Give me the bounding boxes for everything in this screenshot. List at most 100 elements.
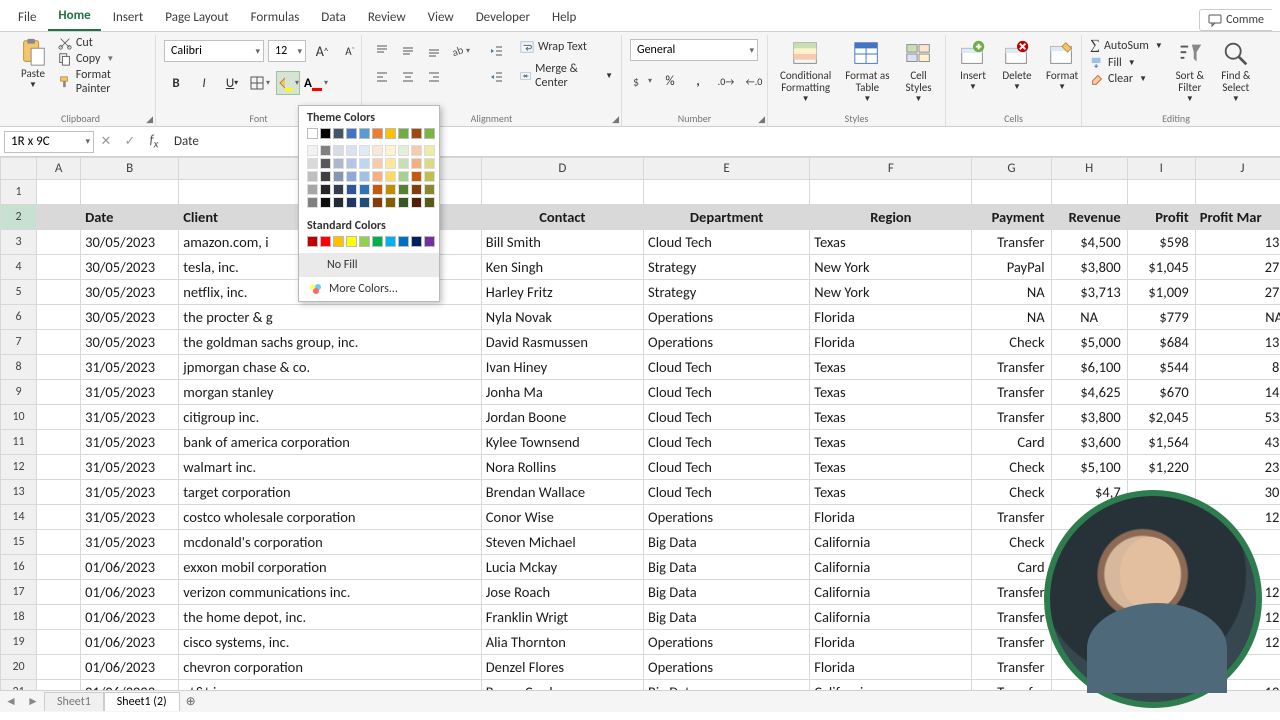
color-swatch[interactable] <box>307 171 318 182</box>
row-header-10[interactable]: 10 <box>1 405 37 430</box>
select-all-corner[interactable] <box>1 158 37 180</box>
color-swatch[interactable] <box>385 184 396 195</box>
color-swatch[interactable] <box>346 145 357 156</box>
format-painter-button[interactable]: Format Painter <box>58 67 147 97</box>
color-swatch[interactable] <box>385 197 396 208</box>
no-fill-item[interactable]: No Fill <box>299 253 439 277</box>
color-swatch[interactable] <box>320 236 331 247</box>
color-swatch[interactable] <box>398 184 409 195</box>
font-name-select[interactable]: Calibri <box>164 40 264 62</box>
color-swatch[interactable] <box>385 128 396 139</box>
row-header-8[interactable]: 8 <box>1 355 37 380</box>
font-color-button[interactable]: A <box>304 71 328 95</box>
row-header-6[interactable]: 6 <box>1 305 37 330</box>
color-swatch[interactable] <box>372 145 383 156</box>
tab-page-layout[interactable]: Page Layout <box>155 4 238 31</box>
conditional-formatting-button[interactable]: Conditional Formatting▼ <box>776 37 835 106</box>
column-headers[interactable]: ABCDEFGHIJ <box>1 158 1280 180</box>
color-swatch[interactable] <box>346 197 357 208</box>
tab-home[interactable]: Home <box>48 2 100 31</box>
sheet-tab-1[interactable]: Sheet1 <box>44 692 104 711</box>
color-swatch[interactable] <box>333 184 344 195</box>
col-header-D[interactable]: D <box>481 158 643 180</box>
percent-button[interactable]: % <box>658 69 682 93</box>
table-header-row[interactable]: 2DateClientContactDepartmentRegionPaymen… <box>1 205 1280 230</box>
color-swatch[interactable] <box>333 197 344 208</box>
wrap-text-button[interactable]: Wrap Text <box>520 39 613 55</box>
number-format-select[interactable]: General <box>630 39 758 61</box>
color-swatch[interactable] <box>411 145 422 156</box>
color-swatch[interactable] <box>411 236 422 247</box>
color-swatch[interactable] <box>359 128 370 139</box>
increase-decimal-button[interactable]: .0→ <box>714 69 738 93</box>
color-swatch[interactable] <box>320 197 331 208</box>
fill-button[interactable]: Fill▼ <box>1090 55 1163 71</box>
color-swatch[interactable] <box>411 171 422 182</box>
color-swatch[interactable] <box>424 236 435 247</box>
color-swatch[interactable] <box>398 197 409 208</box>
merge-center-button[interactable]: Merge & Center▼ <box>520 61 613 91</box>
row-header-1[interactable]: 1 <box>1 180 37 205</box>
table-row[interactable]: 931/05/2023morgan stanleyJonha MaCloud T… <box>1 380 1280 405</box>
col-header-F[interactable]: F <box>810 158 972 180</box>
cancel-formula-button[interactable]: ✕ <box>94 134 118 149</box>
more-colors-item[interactable]: More Colors... <box>299 277 439 301</box>
color-swatch[interactable] <box>320 128 331 139</box>
color-swatch[interactable] <box>333 158 344 169</box>
row-header-2[interactable]: 2 <box>1 205 37 230</box>
clipboard-launcher[interactable]: ◢ <box>146 114 153 125</box>
format-cells-button[interactable]: Format▼ <box>1042 37 1082 94</box>
color-swatch[interactable] <box>385 145 396 156</box>
row-header-9[interactable]: 9 <box>1 380 37 405</box>
underline-button[interactable]: U▾ <box>220 71 244 95</box>
col-header-B[interactable]: B <box>81 158 179 180</box>
color-swatch[interactable] <box>346 128 357 139</box>
new-sheet-button[interactable]: ⊕ <box>180 694 202 709</box>
borders-button[interactable] <box>248 71 272 95</box>
col-header-A[interactable]: A <box>37 158 81 180</box>
sort-filter-button[interactable]: Sort & Filter▼ <box>1171 37 1209 106</box>
fx-button[interactable]: fx <box>142 133 166 151</box>
name-box[interactable]: 1R x 9C <box>4 131 94 153</box>
color-swatch[interactable] <box>398 145 409 156</box>
color-swatch[interactable] <box>372 128 383 139</box>
table-row[interactable]: 831/05/2023jpmorgan chase & co.Ivan Hine… <box>1 355 1280 380</box>
autosum-button[interactable]: ∑AutoSum▼ <box>1090 37 1163 55</box>
align-top-button[interactable] <box>370 39 394 63</box>
decrease-decimal-button[interactable]: ←.0 <box>742 69 766 93</box>
color-swatch[interactable] <box>359 171 370 182</box>
font-size-select[interactable]: 12 <box>268 40 306 62</box>
color-swatch[interactable] <box>372 171 383 182</box>
color-swatch[interactable] <box>359 236 370 247</box>
decrease-indent-button[interactable] <box>484 39 508 63</box>
row-header-14[interactable]: 14 <box>1 505 37 530</box>
row-header-16[interactable]: 16 <box>1 555 37 580</box>
color-swatch[interactable] <box>424 158 435 169</box>
col-header-I[interactable]: I <box>1127 158 1195 180</box>
color-swatch[interactable] <box>307 145 318 156</box>
align-center-button[interactable] <box>396 65 420 89</box>
color-swatch[interactable] <box>411 158 422 169</box>
color-swatch[interactable] <box>333 145 344 156</box>
row-header-20[interactable]: 20 <box>1 655 37 680</box>
tab-formulas[interactable]: Formulas <box>241 4 310 31</box>
sheet-nav-prev[interactable]: ◄ <box>0 694 22 709</box>
color-swatch[interactable] <box>307 184 318 195</box>
color-swatch[interactable] <box>372 236 383 247</box>
align-left-button[interactable] <box>370 65 394 89</box>
orientation-button[interactable]: ab <box>448 39 472 63</box>
table-row[interactable]: 630/05/2023the procter & gNyla NovakOper… <box>1 305 1280 330</box>
color-swatch[interactable] <box>411 197 422 208</box>
color-swatch[interactable] <box>359 184 370 195</box>
table-row[interactable]: 1331/05/2023target corporationBrendan Wa… <box>1 480 1280 505</box>
table-row[interactable]: 730/05/2023the goldman sachs group, inc.… <box>1 330 1280 355</box>
color-swatch[interactable] <box>359 197 370 208</box>
row-header-19[interactable]: 19 <box>1 630 37 655</box>
number-launcher[interactable]: ◢ <box>758 114 765 125</box>
tab-review[interactable]: Review <box>358 4 416 31</box>
color-swatch[interactable] <box>411 128 422 139</box>
color-swatch[interactable] <box>320 158 331 169</box>
color-swatch[interactable] <box>372 158 383 169</box>
color-swatch[interactable] <box>398 236 409 247</box>
format-as-table-button[interactable]: Format as Table▼ <box>841 37 893 106</box>
